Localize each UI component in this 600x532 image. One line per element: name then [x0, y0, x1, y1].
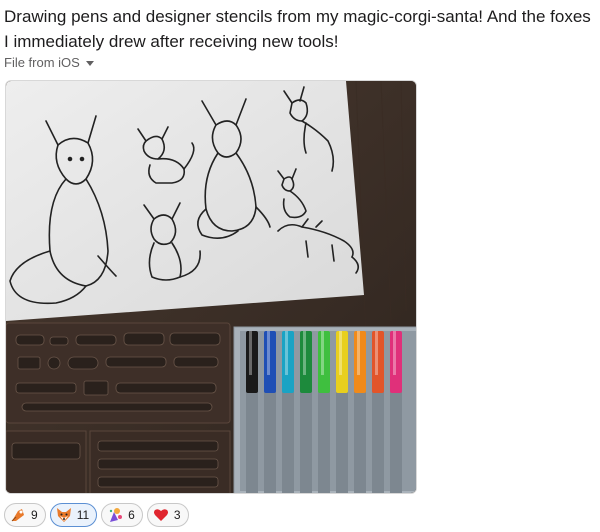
reaction-fox-face[interactable]: 11	[49, 503, 98, 527]
pen-clip	[303, 331, 306, 375]
reaction-party-fox[interactable]: 6	[101, 503, 143, 527]
pen-clip	[393, 331, 396, 375]
pen-clip	[285, 331, 288, 375]
party-fox-icon	[109, 508, 123, 522]
pen-clip	[357, 331, 360, 375]
pen-clip	[339, 331, 342, 375]
pen-clip	[267, 331, 270, 375]
reaction-count: 9	[31, 508, 38, 522]
pen-bodies	[246, 391, 402, 493]
photo-illustration	[6, 81, 416, 493]
file-source-label: File from iOS	[4, 55, 80, 70]
red-heart-icon	[153, 509, 168, 521]
pen-set	[233, 326, 416, 493]
fox-paw-icon	[11, 509, 24, 522]
fox-face-icon	[56, 508, 71, 522]
pen-clip	[321, 331, 324, 375]
reactions-bar: 9 11 6 3	[4, 503, 189, 527]
sketch-paper	[6, 81, 364, 321]
reaction-count: 11	[76, 508, 90, 522]
reaction-fox-paw[interactable]: 9	[4, 503, 46, 527]
reaction-count: 6	[128, 508, 135, 522]
pen-caps	[246, 331, 402, 393]
stencil-ruler	[6, 322, 231, 493]
pen-clip	[249, 331, 252, 375]
caret-down-icon	[85, 61, 94, 66]
reaction-count: 3	[173, 508, 181, 522]
pen-clip	[375, 331, 378, 375]
attached-photo[interactable]	[5, 80, 417, 494]
message-text: Drawing pens and designer stencils from …	[4, 7, 591, 51]
file-source-menu[interactable]: File from iOS	[4, 55, 94, 70]
reaction-red-heart[interactable]: 3	[146, 503, 189, 527]
